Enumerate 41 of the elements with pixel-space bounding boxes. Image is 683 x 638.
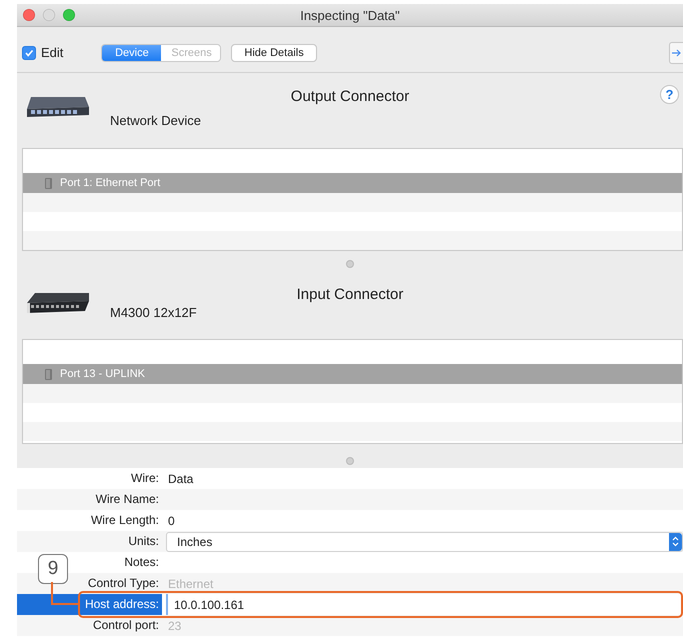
units-dropdown[interactable]: Inches [166, 532, 683, 552]
device-name: M4300 12x12F [110, 305, 197, 320]
property-label: Wire: [131, 470, 160, 487]
splitter-handle[interactable] [346, 260, 354, 268]
property-label: Host address: [17, 594, 162, 615]
port-label: Port 1: Ethernet Port [60, 177, 160, 189]
section-heading: Output Connector [290, 88, 410, 105]
edit-label: Edit [41, 45, 64, 60]
port-icon [45, 368, 52, 380]
section-heading: Input Connector [296, 286, 404, 303]
help-button[interactable]: ? [660, 85, 679, 104]
property-value: 0 [167, 514, 176, 528]
edit-checkbox[interactable] [22, 46, 36, 60]
minimize-button[interactable] [43, 9, 55, 21]
zoom-button[interactable] [63, 9, 75, 21]
hide-details-button[interactable]: Hide Details [231, 44, 317, 62]
property-label: Wire Name: [96, 491, 160, 508]
splitter-handle[interactable] [346, 457, 354, 465]
checkmark-icon [24, 48, 34, 58]
property-label: Control port: [92, 617, 160, 634]
property-label: Control Type: [88, 575, 160, 592]
rack-switch-icon [25, 291, 91, 315]
property-value: Ethernet [167, 576, 214, 590]
port-row[interactable]: Port 13 - UPLINK [23, 364, 682, 384]
property-label: Notes: [124, 554, 160, 571]
property-value: 23 [167, 618, 182, 632]
segment-tab[interactable]: Device [102, 44, 162, 60]
close-button[interactable] [23, 9, 35, 21]
property-value: Data [167, 472, 194, 486]
port-icon [45, 178, 52, 188]
arrow-icon [672, 48, 682, 56]
property-label: Wire Length: [90, 512, 160, 529]
sidebar-toggle-button[interactable] [669, 42, 683, 64]
property-label: Units: [128, 533, 160, 550]
window-title: Inspecting "Data" [300, 8, 400, 22]
device-name: Network Device [110, 113, 202, 128]
port-label: Port 13 - UPLINK [60, 368, 145, 380]
port-row[interactable]: Port 1: Ethernet Port [23, 173, 682, 193]
callout-badge: 9 [38, 554, 68, 584]
network-switch-icon [25, 95, 91, 119]
leader-line [51, 582, 80, 606]
